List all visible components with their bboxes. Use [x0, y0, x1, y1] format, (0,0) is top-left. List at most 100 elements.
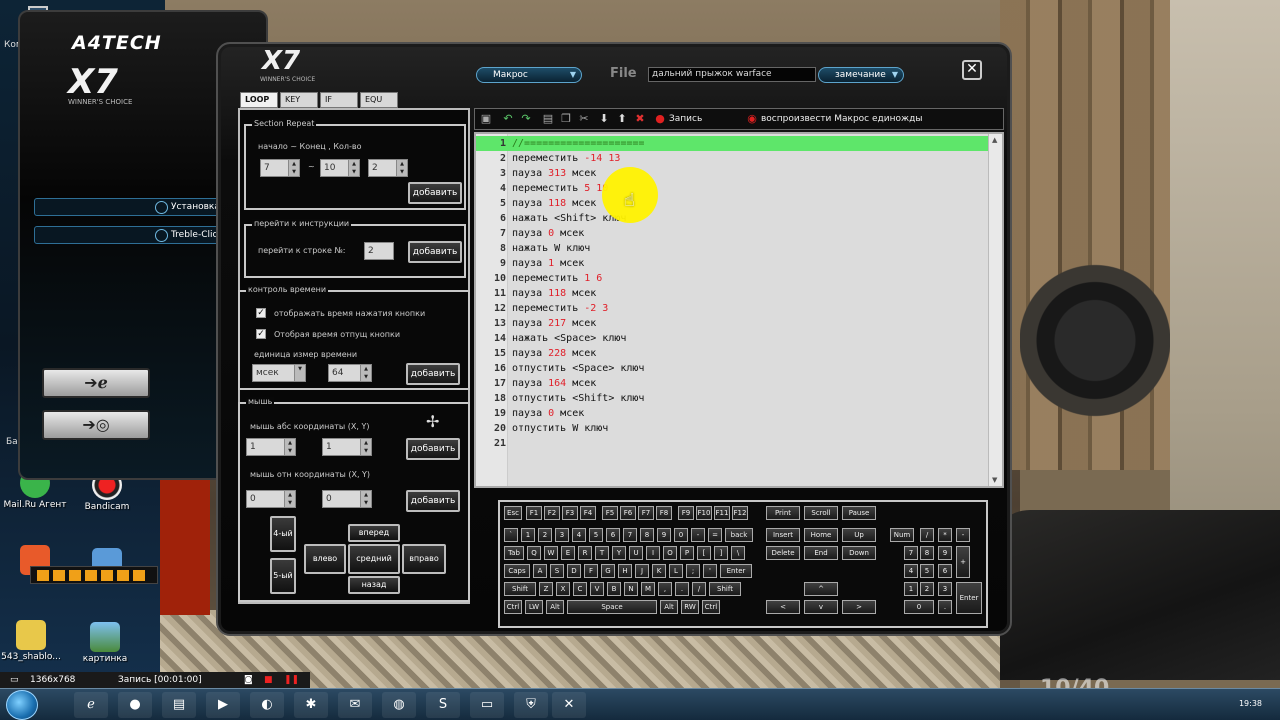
- keyboard-key[interactable]: C: [573, 582, 587, 596]
- keyboard-key[interactable]: O: [663, 546, 677, 560]
- keyboard-key[interactable]: F9: [678, 506, 694, 520]
- keyboard-key[interactable]: *: [938, 528, 952, 542]
- pause-icon[interactable]: ❚❚: [284, 672, 299, 688]
- shield-taskbar-icon[interactable]: ⛨: [514, 692, 548, 718]
- keyboard-key[interactable]: F11: [714, 506, 730, 520]
- keyboard-key[interactable]: 3: [555, 528, 569, 542]
- record-icon[interactable]: ●: [653, 112, 667, 126]
- keyboard-key[interactable]: G: [601, 564, 615, 578]
- mouse-forward-button[interactable]: вперед: [348, 524, 400, 542]
- keyboard-key[interactable]: `: [504, 528, 518, 542]
- chevron-down-icon[interactable]: ▼: [294, 365, 305, 381]
- keyboard-key[interactable]: Enter: [720, 564, 752, 578]
- undo-icon[interactable]: ↶: [501, 112, 515, 126]
- keyboard-key[interactable]: Print: [766, 506, 800, 520]
- keyboard-key[interactable]: Alt: [660, 600, 678, 614]
- keyboard-key[interactable]: A: [533, 564, 547, 578]
- time-control-add-button[interactable]: добавить: [406, 363, 460, 385]
- keyboard-key[interactable]: 7: [904, 546, 918, 560]
- keyboard-key[interactable]: 3: [938, 582, 952, 596]
- mouse-back-button[interactable]: назад: [348, 576, 400, 594]
- folder-taskbar-icon[interactable]: ▤: [162, 692, 196, 718]
- script-line[interactable]: 2 переместить -14 13: [476, 151, 990, 166]
- keyboard-key[interactable]: 1: [521, 528, 535, 542]
- keyboard-key[interactable]: >: [842, 600, 876, 614]
- keyboard-key[interactable]: X: [556, 582, 570, 596]
- keyboard-key[interactable]: 2: [920, 582, 934, 596]
- keyboard-key[interactable]: Z: [539, 582, 553, 596]
- keyboard-key[interactable]: +: [956, 546, 970, 578]
- script-line[interactable]: 8 нажать W ключ: [476, 241, 990, 256]
- keyboard-key[interactable]: Home: [804, 528, 838, 542]
- keyboard-key[interactable]: /: [692, 582, 706, 596]
- script-line[interactable]: 16 отпустить <Space> ключ: [476, 361, 990, 376]
- stop-icon[interactable]: ■: [264, 672, 273, 688]
- script-line[interactable]: 4 переместить 5 10: [476, 181, 990, 196]
- macro-script-editor[interactable]: 1 //==================== 2 переместить -14 …: [474, 132, 1004, 488]
- keyboard-key[interactable]: K: [652, 564, 666, 578]
- cut-icon[interactable]: ✂: [577, 112, 591, 126]
- keyboard-key[interactable]: 2: [538, 528, 552, 542]
- keyboard-key[interactable]: D: [567, 564, 581, 578]
- keyboard-key[interactable]: E: [561, 546, 575, 560]
- tab-key[interactable]: KEY: [280, 92, 318, 108]
- keyboard-key[interactable]: F2: [544, 506, 560, 520]
- ie-icon[interactable]: ℯ: [74, 692, 108, 718]
- mouse-nav-button[interactable]: ➔◎: [42, 410, 150, 440]
- keyboard-key[interactable]: L: [669, 564, 683, 578]
- settings-taskbar-icon[interactable]: ✱: [294, 692, 328, 718]
- section-repeat-add-button[interactable]: добавить: [408, 182, 462, 204]
- keyboard-key[interactable]: Down: [842, 546, 876, 560]
- keyboard-key[interactable]: F: [584, 564, 598, 578]
- save-icon[interactable]: ▣: [479, 112, 493, 126]
- keyboard-key[interactable]: [: [697, 546, 711, 560]
- mouse-button-4[interactable]: 4-ый: [270, 516, 296, 552]
- move-down-icon[interactable]: ⬇: [597, 112, 611, 126]
- keyboard-key[interactable]: 5: [920, 564, 934, 578]
- paste-icon[interactable]: ▤: [541, 112, 555, 126]
- keyboard-key[interactable]: 8: [640, 528, 654, 542]
- window-taskbar-icon[interactable]: ▭: [470, 692, 504, 718]
- keyboard-key[interactable]: Space: [567, 600, 657, 614]
- keyboard-key[interactable]: .: [938, 600, 952, 614]
- show-release-time-checkbox[interactable]: ✓: [256, 329, 266, 339]
- script-line[interactable]: 7 пауза 0 мсек: [476, 226, 990, 241]
- keyboard-key[interactable]: Enter: [956, 582, 982, 614]
- keyboard-key[interactable]: 1: [904, 582, 918, 596]
- keyboard-key[interactable]: Insert: [766, 528, 800, 542]
- camera-icon[interactable]: ◙: [244, 672, 253, 688]
- redo-icon[interactable]: ↷: [519, 112, 533, 126]
- keyboard-key[interactable]: F4: [580, 506, 596, 520]
- tab-equ[interactable]: EQU: [360, 92, 398, 108]
- chrome-icon[interactable]: ◍: [382, 692, 416, 718]
- start-button[interactable]: [6, 690, 38, 720]
- keyboard-key[interactable]: Shift: [504, 582, 536, 596]
- section-end-stepper[interactable]: 10 ▲ ▼: [320, 159, 360, 177]
- time-unit-select[interactable]: мсек ▼: [252, 364, 306, 382]
- script-line[interactable]: 10 переместить 1 6: [476, 271, 990, 286]
- mouse-middle-button[interactable]: средний: [348, 544, 400, 574]
- keyboard-key[interactable]: ]: [714, 546, 728, 560]
- keyboard-key[interactable]: Tab: [504, 546, 524, 560]
- x7-taskbar-icon[interactable]: ✕: [552, 692, 586, 718]
- mouse-right-button[interactable]: вправо: [402, 544, 446, 574]
- play-once-label[interactable]: воспроизвести Макрос единожды: [761, 114, 922, 124]
- stepper-arrows-icon[interactable]: ▲ ▼: [360, 365, 371, 381]
- keyboard-key[interactable]: v: [804, 600, 838, 614]
- mouse-abs-add-button[interactable]: добавить: [406, 438, 460, 460]
- keyboard-key[interactable]: /: [920, 528, 934, 542]
- script-line[interactable]: 15 пауза 228 мсек: [476, 346, 990, 361]
- keyboard-key[interactable]: U: [629, 546, 643, 560]
- script-line[interactable]: 18 отпустить <Shift> ключ: [476, 391, 990, 406]
- keyboard-key[interactable]: Y: [612, 546, 626, 560]
- keyboard-key[interactable]: 9: [938, 546, 952, 560]
- keyboard-key[interactable]: F3: [562, 506, 578, 520]
- script-line[interactable]: 5 пауза 118 мсек: [476, 196, 990, 211]
- keyboard-key[interactable]: End: [804, 546, 838, 560]
- script-line[interactable]: 20 отпустить W ключ: [476, 421, 990, 436]
- mouse-button-5[interactable]: 5-ый: [270, 558, 296, 594]
- keyboard-key[interactable]: 8: [920, 546, 934, 560]
- goto-line-field[interactable]: 2: [364, 242, 394, 260]
- app-taskbar-icon[interactable]: ◐: [250, 692, 284, 718]
- keyboard-key[interactable]: 0: [904, 600, 934, 614]
